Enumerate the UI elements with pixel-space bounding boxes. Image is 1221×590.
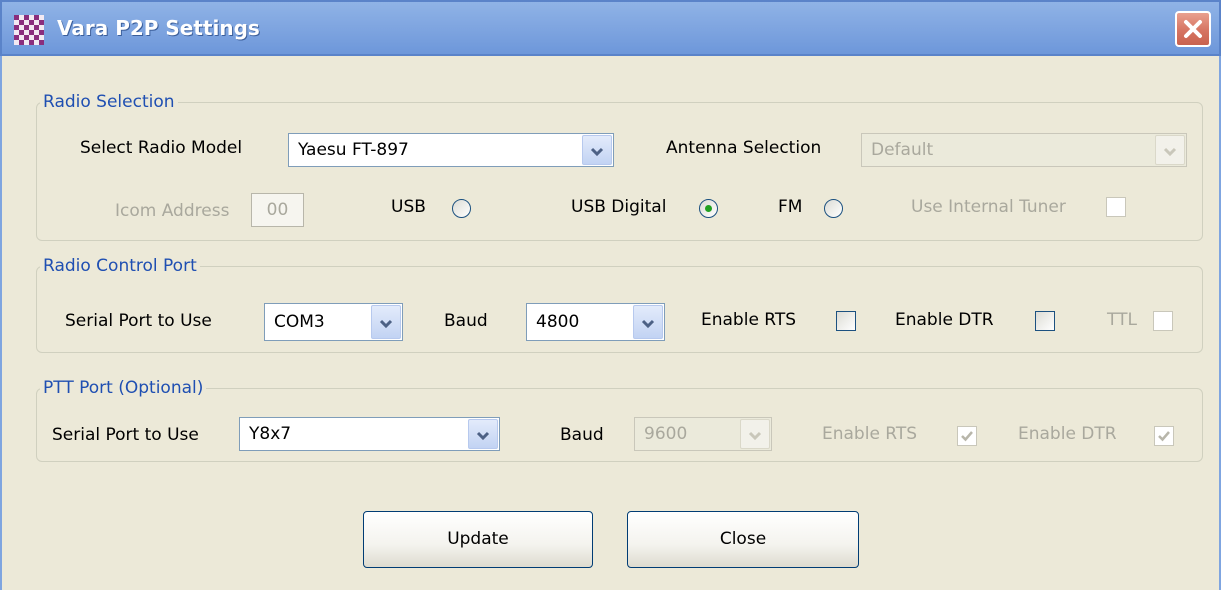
chevron-down-icon (641, 319, 655, 329)
update-button[interactable]: Update (363, 511, 593, 568)
usb-digital-label: USB Digital (571, 197, 667, 217)
window-title: Vara P2P Settings (57, 16, 260, 40)
close-button[interactable]: Close (627, 511, 859, 568)
radio-control-port-legend: Radio Control Port (43, 256, 197, 276)
internal-tuner-label: Use Internal Tuner (911, 197, 1066, 217)
radio-model-select[interactable]: Yaesu FT-897 (288, 133, 614, 167)
radio-selection-legend: Radio Selection (43, 92, 175, 112)
control-baud-label: Baud (444, 311, 488, 331)
ptt-baud-dropdown-button[interactable] (740, 419, 770, 449)
chevron-down-icon (748, 431, 762, 441)
title-bar[interactable]: Vara P2P Settings (0, 0, 1221, 56)
ptt-serial-port-label: Serial Port to Use (52, 425, 199, 445)
control-serial-port-select[interactable]: COM3 (264, 303, 403, 341)
checkmark-icon (961, 431, 973, 442)
antenna-select[interactable]: Default (861, 133, 1187, 167)
app-icon (14, 15, 44, 45)
ptt-serial-port-select[interactable]: Y8x7 (239, 417, 500, 451)
ptt-baud-value: 9600 (644, 424, 688, 444)
control-enable-dtr-checkbox[interactable] (1035, 311, 1055, 331)
icom-address-label: Icom Address (115, 201, 230, 221)
control-baud-dropdown-button[interactable] (633, 305, 663, 339)
ptt-enable-dtr-label: Enable DTR (1018, 424, 1117, 444)
icom-address-field[interactable]: 00 (251, 193, 304, 227)
fm-label: FM (778, 197, 803, 217)
chevron-down-icon (1163, 147, 1177, 157)
usb-radio[interactable] (452, 199, 471, 218)
control-enable-rts-label: Enable RTS (701, 310, 797, 330)
close-window-button[interactable] (1175, 11, 1211, 47)
settings-window: Vara P2P Settings Radio Selection Select… (0, 0, 1221, 590)
ttl-label: TTL (1107, 310, 1137, 330)
chevron-down-icon (476, 431, 490, 441)
dialog-body: Radio Selection Select Radio Model Yaesu… (0, 56, 1221, 590)
antenna-value: Default (871, 140, 934, 160)
control-enable-rts-checkbox[interactable] (836, 311, 856, 331)
ptt-serial-port-value: Y8x7 (249, 424, 292, 444)
usb-label: USB (391, 197, 426, 217)
ptt-port-legend: PTT Port (Optional) (43, 378, 204, 398)
ptt-serial-port-dropdown-button[interactable] (468, 419, 498, 449)
antenna-dropdown-button[interactable] (1155, 135, 1185, 165)
ptt-enable-dtr-checkbox[interactable] (1154, 426, 1174, 446)
ptt-enable-rts-label: Enable RTS (822, 424, 918, 444)
control-serial-port-label: Serial Port to Use (65, 311, 212, 331)
control-serial-port-value: COM3 (274, 312, 325, 332)
ptt-enable-rts-checkbox[interactable] (957, 426, 977, 446)
chevron-down-icon (379, 319, 393, 329)
fm-radio[interactable] (824, 199, 843, 218)
ptt-baud-label: Baud (560, 425, 604, 445)
antenna-selection-label: Antenna Selection (666, 138, 822, 158)
checkmark-icon (1158, 431, 1170, 442)
ptt-port-group: PTT Port (Optional) (36, 378, 1203, 462)
internal-tuner-checkbox[interactable] (1106, 197, 1126, 217)
usb-digital-radio[interactable] (699, 199, 718, 218)
radio-model-dropdown-button[interactable] (582, 135, 612, 165)
control-baud-select[interactable]: 4800 (526, 303, 665, 341)
control-serial-port-dropdown-button[interactable] (371, 305, 401, 339)
ptt-baud-select[interactable]: 9600 (634, 417, 772, 451)
radio-model-value: Yaesu FT-897 (298, 140, 409, 160)
control-enable-dtr-label: Enable DTR (895, 310, 994, 330)
ttl-checkbox[interactable] (1153, 311, 1173, 331)
control-baud-value: 4800 (536, 312, 580, 332)
close-icon (1184, 20, 1202, 38)
chevron-down-icon (590, 147, 604, 157)
select-radio-model-label: Select Radio Model (80, 138, 243, 158)
